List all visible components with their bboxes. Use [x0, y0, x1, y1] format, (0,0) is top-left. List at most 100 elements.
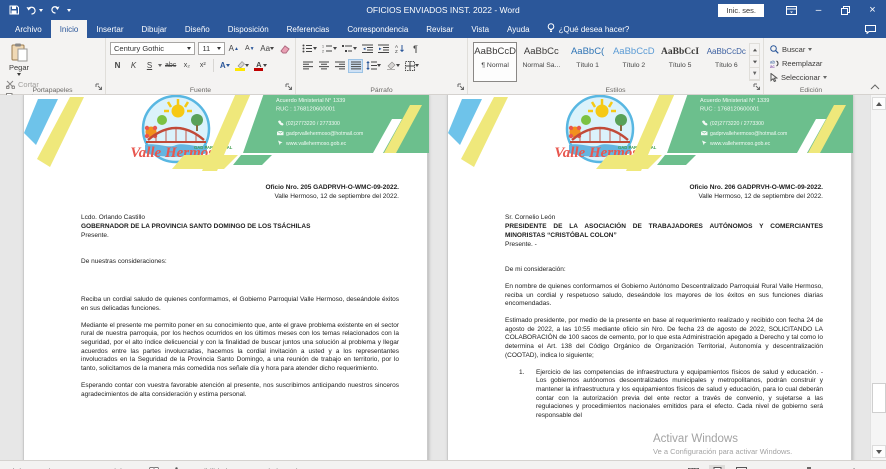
styles-scroll-up-icon[interactable]	[750, 44, 759, 56]
replace-button[interactable]: abac Reemplazar	[768, 57, 855, 70]
document-page-2[interactable]: Valle Hermoso GAD PARROQUIAL Acuerdo Min…	[447, 95, 852, 460]
scroll-up-icon[interactable]	[872, 97, 886, 110]
tab-correspondencia[interactable]: Correspondencia	[338, 20, 417, 38]
collapse-ribbon-icon[interactable]	[870, 83, 880, 92]
acuerdo-ministerial: Acuerdo Ministerial N° 1339	[700, 98, 769, 104]
sign-in-button[interactable]: Inic. ses.	[718, 4, 764, 17]
ruc: RUC : 1768120600001	[700, 107, 759, 113]
ribbon-tab-row: Archivo Inicio Insertar Dibujar Diseño D…	[0, 20, 886, 38]
undo-dropdown-icon[interactable]	[39, 9, 43, 12]
recipient-name: Lcdo. Orlando Castillo	[81, 214, 399, 223]
tab-ayuda[interactable]: Ayuda	[498, 20, 539, 38]
scroll-down-icon[interactable]	[872, 445, 886, 458]
tab-diseno[interactable]: Diseño	[176, 20, 219, 38]
svg-text:ac: ac	[770, 64, 776, 68]
document-area[interactable]: Valle Hermoso GAD PARROQUIAL Acuerdo Min…	[0, 95, 886, 460]
paste-dropdown-icon[interactable]	[17, 73, 21, 76]
paragraph: Mediante el presente me permito poner en…	[81, 322, 399, 374]
style-titulo-2[interactable]: AaBbCcD Título 2	[612, 42, 656, 82]
font-color-button[interactable]: A	[252, 59, 269, 73]
select-button[interactable]: Seleccionar	[768, 71, 855, 84]
tab-dibujar[interactable]: Dibujar	[133, 20, 176, 38]
style-titulo-6[interactable]: AaBbCcDc Título 6	[704, 42, 748, 82]
highlight-color-button[interactable]	[233, 59, 251, 73]
numbered-list-item: 1. Ejercicio de las competencias de infr…	[519, 369, 823, 421]
style-titulo-1[interactable]: AaBbC( Título 1	[565, 42, 609, 82]
superscript-button[interactable]: x²	[195, 59, 210, 73]
letter-body[interactable]: Oficio Nro. 205 GADPRVH-O-WMC-09-2022. V…	[24, 171, 427, 399]
tab-disposicion[interactable]: Disposición	[219, 20, 278, 38]
strikethrough-button[interactable]: abc	[163, 59, 178, 73]
align-center-button[interactable]	[316, 59, 331, 73]
font-size-select[interactable]: 11	[198, 42, 225, 55]
tell-me-box[interactable]: ¿Qué desea hacer?	[539, 20, 638, 38]
styles-scroll-down-icon[interactable]	[750, 56, 759, 68]
presente: Presente. -	[505, 241, 823, 250]
group-label-editing: Edición	[764, 87, 858, 94]
borders-button[interactable]	[403, 59, 421, 73]
document-page-1[interactable]: Valle Hermoso GAD PARROQUIAL Acuerdo Min…	[23, 95, 428, 460]
tab-inicio[interactable]: Inicio	[51, 20, 88, 38]
qat-customize-icon[interactable]	[67, 9, 71, 12]
style-normal[interactable]: AaBbCcD ¶ Normal	[473, 42, 517, 82]
read-mode-button[interactable]	[685, 465, 701, 469]
styles-dialog-launcher-icon[interactable]	[753, 83, 761, 93]
shading-button[interactable]	[384, 59, 402, 73]
word-window: OFICIOS ENVIADOS INST. 2022 - Word Inic.…	[0, 0, 886, 469]
grow-font-button[interactable]: A▲	[226, 42, 241, 56]
line-spacing-button[interactable]	[364, 59, 383, 73]
styles-gallery-scroll[interactable]: ▼	[749, 43, 760, 81]
redo-icon[interactable]	[50, 5, 60, 15]
vertical-scrollbar[interactable]	[870, 95, 886, 460]
multilevel-list-button[interactable]	[340, 42, 359, 56]
scrollbar-thumb[interactable]	[872, 383, 886, 413]
style-titulo-5[interactable]: AaBbCcI Título 5	[658, 42, 702, 82]
tab-revisar[interactable]: Revisar	[417, 20, 462, 38]
paragraph-dialog-launcher-icon[interactable]	[457, 83, 465, 93]
style-normal-sa[interactable]: AaBbCc Normal Sa...	[519, 42, 563, 82]
tab-insertar[interactable]: Insertar	[87, 20, 132, 38]
underline-dropdown-icon[interactable]	[158, 64, 162, 67]
lightbulb-icon	[547, 23, 555, 35]
undo-icon[interactable]	[26, 6, 43, 15]
clipboard-dialog-launcher-icon[interactable]	[95, 83, 103, 93]
phone-number: (02)2773220 / 2773300	[286, 121, 340, 127]
tab-archivo[interactable]: Archivo	[6, 20, 51, 38]
restore-button[interactable]	[832, 0, 859, 20]
show-formatting-marks-button[interactable]: ¶	[408, 42, 423, 56]
shrink-font-button[interactable]: A▼	[242, 42, 257, 56]
subscript-button[interactable]: x₂	[179, 59, 194, 73]
italic-button[interactable]: K	[126, 59, 141, 73]
tab-referencias[interactable]: Referencias	[278, 20, 339, 38]
find-button[interactable]: Buscar	[768, 43, 855, 56]
letter-body[interactable]: Oficio Nro. 206 GADPRVH-O-WMC-09-2022. V…	[448, 171, 851, 421]
save-icon[interactable]	[9, 5, 19, 15]
print-layout-button[interactable]	[709, 465, 725, 469]
styles-gallery-more-icon[interactable]: ▼	[750, 68, 759, 80]
justify-button[interactable]	[348, 59, 363, 73]
increase-indent-button[interactable]	[376, 42, 391, 56]
align-right-button[interactable]	[332, 59, 347, 73]
comments-icon[interactable]	[855, 20, 886, 38]
decrease-indent-button[interactable]	[360, 42, 375, 56]
sort-button[interactable]: AZ	[392, 42, 407, 56]
bold-button[interactable]: N	[110, 59, 125, 73]
text-effects-button[interactable]: A	[217, 59, 232, 73]
minimize-button[interactable]: –	[805, 0, 832, 20]
tab-vista[interactable]: Vista	[462, 20, 498, 38]
font-dialog-launcher-icon[interactable]	[285, 83, 293, 93]
ribbon-display-options-icon[interactable]	[778, 0, 805, 20]
close-button[interactable]: ×	[859, 0, 886, 20]
web-layout-button[interactable]	[733, 465, 749, 469]
group-label-font: Fuente	[106, 87, 295, 94]
clear-formatting-button[interactable]	[277, 42, 292, 56]
paste-button[interactable]: Pegar	[4, 41, 34, 76]
bullets-button[interactable]	[300, 42, 319, 56]
change-case-button[interactable]: Aa	[258, 42, 276, 56]
align-left-button[interactable]	[300, 59, 315, 73]
tell-me-label: ¿Qué desea hacer?	[559, 25, 630, 34]
paragraph: Reciba un cordial saludo de quienes conf…	[81, 296, 399, 313]
font-name-select[interactable]: Century Gothic	[110, 42, 195, 55]
underline-button[interactable]: S	[142, 59, 157, 73]
numbering-button[interactable]: 12	[320, 42, 339, 56]
